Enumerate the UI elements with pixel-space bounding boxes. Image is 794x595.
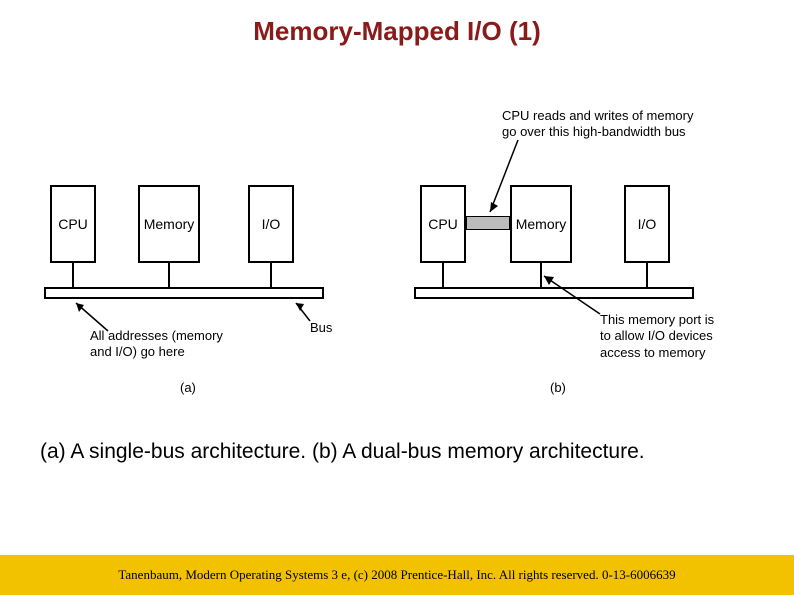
label-io-a: I/O (262, 216, 281, 232)
box-cpu-a: CPU (50, 185, 96, 263)
arrow-top-annotation-b (488, 140, 548, 220)
page-title: Memory-Mapped I/O (1) (0, 0, 794, 47)
footer-text: Tanenbaum, Modern Operating Systems 3 e,… (118, 567, 675, 583)
conn-io-b (646, 263, 648, 287)
bus-label-a: Bus (310, 320, 332, 336)
footer: Tanenbaum, Modern Operating Systems 3 e,… (0, 555, 794, 595)
box-io-b: I/O (624, 185, 670, 263)
fig-label-a: (a) (180, 380, 196, 395)
bus-a (44, 287, 324, 299)
top-annotation-b: CPU reads and writes of memorygo over th… (502, 108, 693, 141)
conn-memory-a (168, 263, 170, 287)
label-cpu-b: CPU (428, 216, 458, 232)
label-cpu-a: CPU (58, 216, 88, 232)
box-io-a: I/O (248, 185, 294, 263)
conn-cpu-a (72, 263, 74, 287)
caption: (a) A single-bus architecture. (b) A dua… (40, 440, 645, 464)
conn-cpu-b (442, 263, 444, 287)
box-cpu-b: CPU (420, 185, 466, 263)
bottom-annotation-b: This memory port isto allow I/O devicesa… (600, 312, 714, 361)
diagram: CPU Memory I/O All addresses (memoryand … (50, 90, 750, 410)
label-memory-a: Memory (144, 216, 195, 232)
annotation-a: All addresses (memoryand I/O) go here (90, 328, 223, 361)
box-memory-a: Memory (138, 185, 200, 263)
label-io-b: I/O (638, 216, 657, 232)
fig-label-b: (b) (550, 380, 566, 395)
conn-io-a (270, 263, 272, 287)
